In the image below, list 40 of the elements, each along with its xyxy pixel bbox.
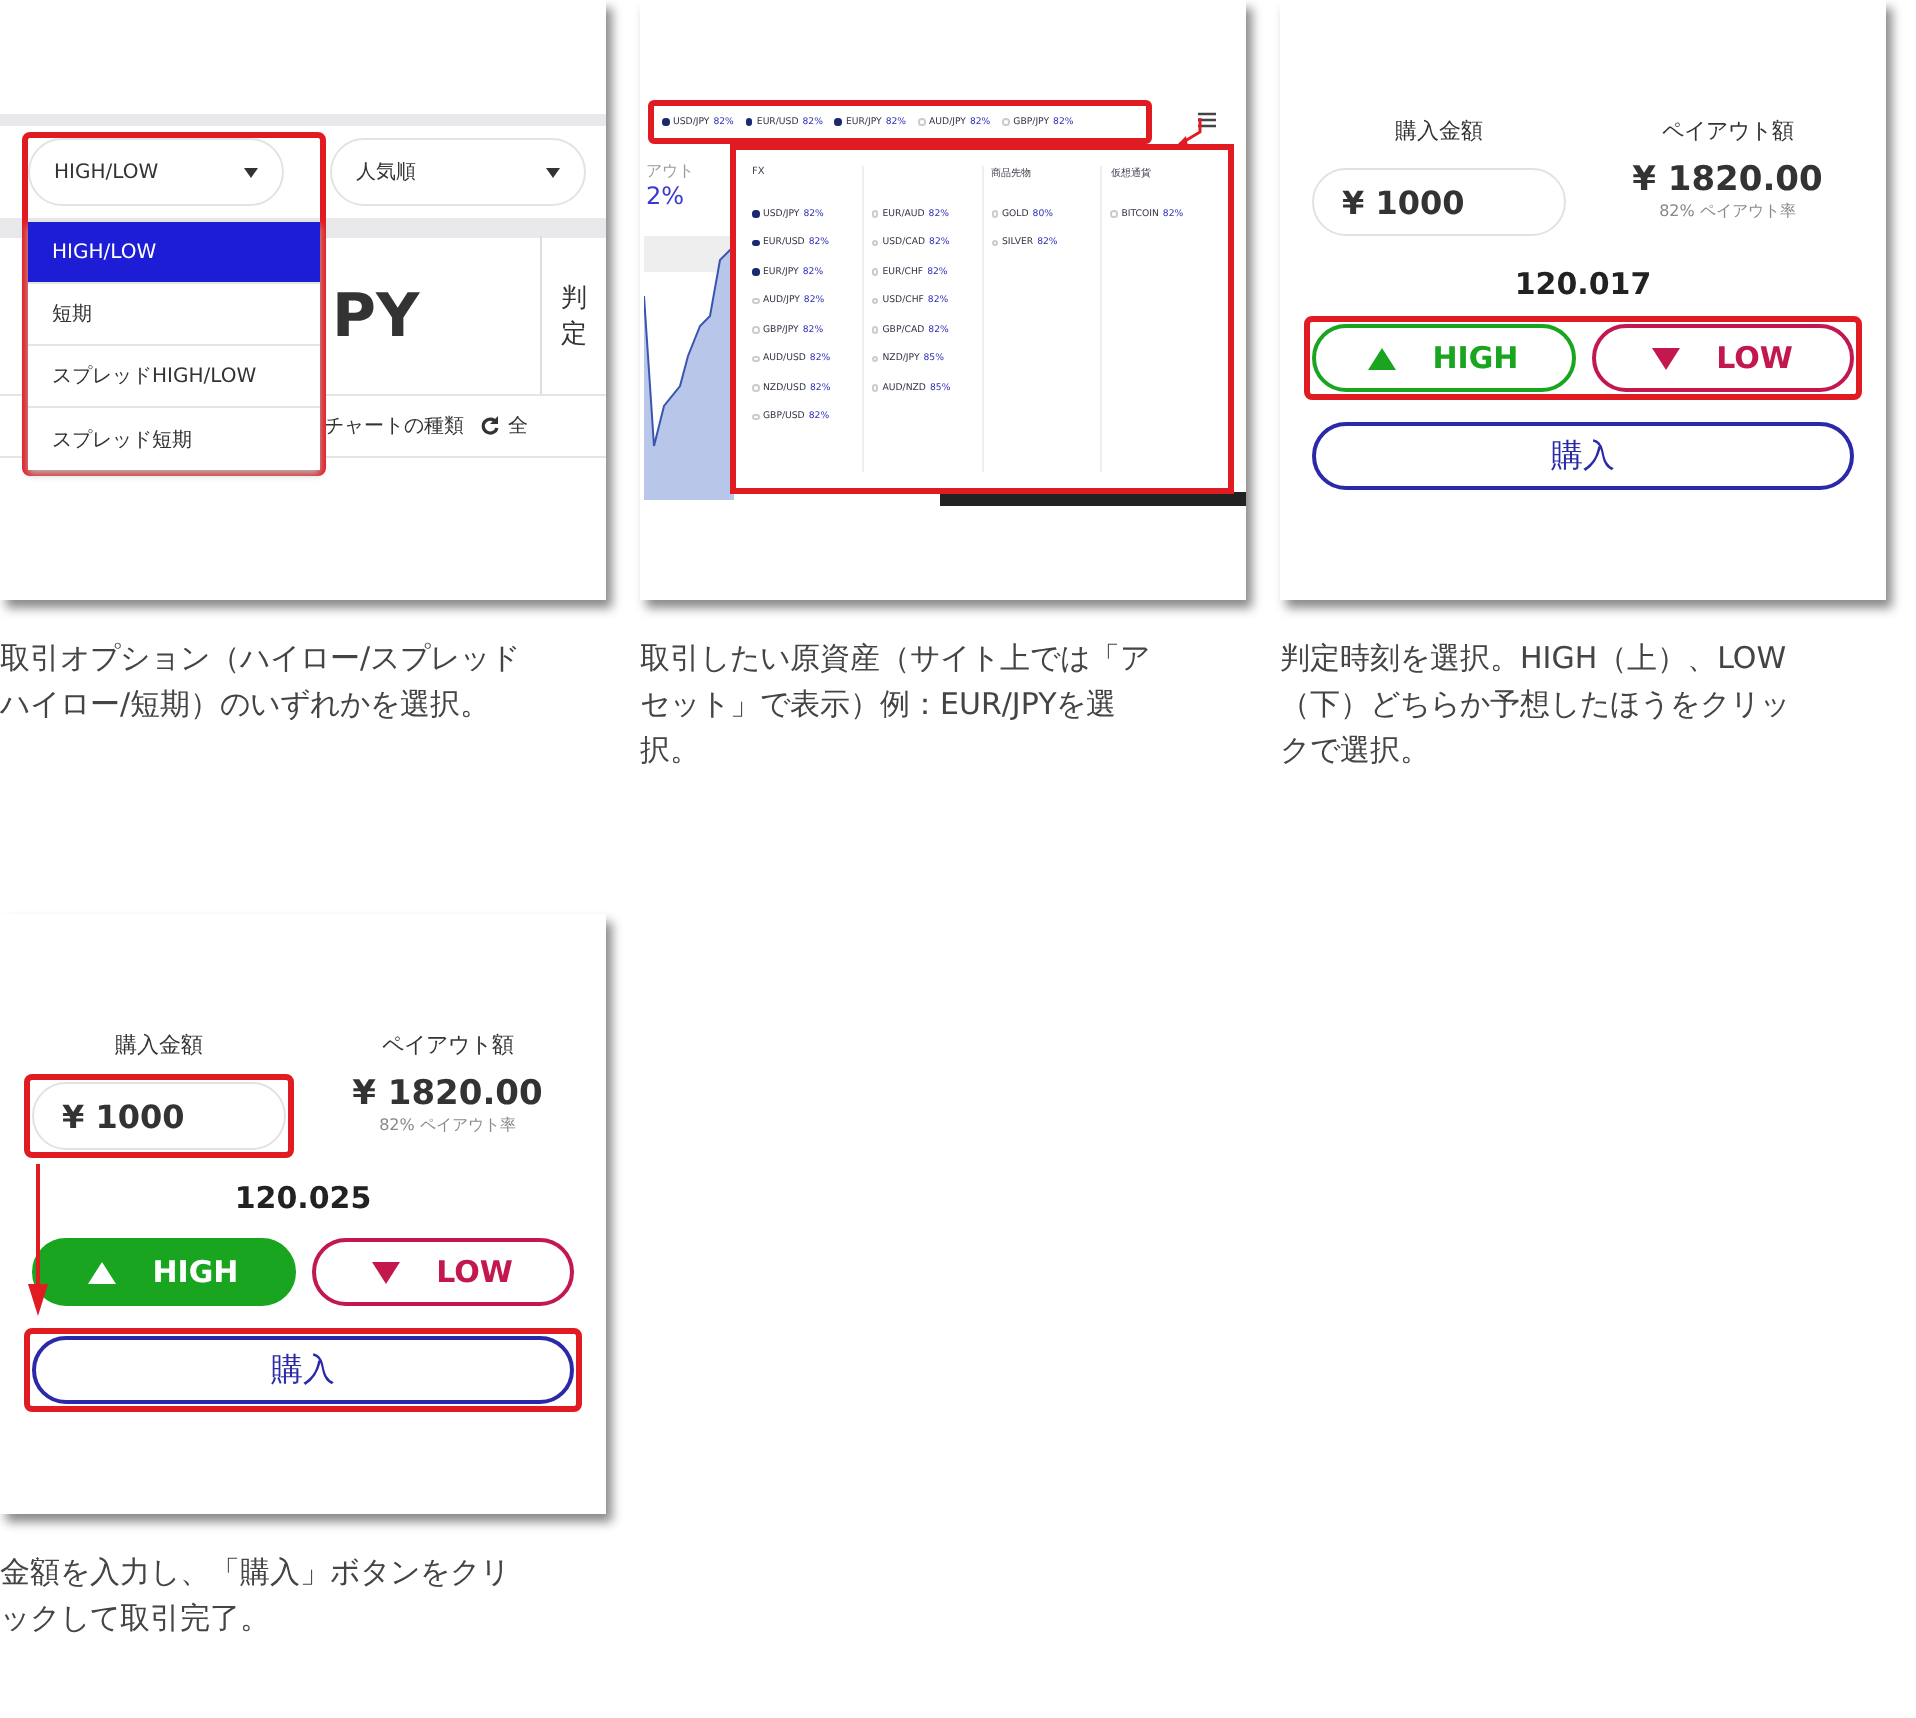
payout-value: ¥ 1820.00 xyxy=(1632,160,1823,200)
toolbar-item[interactable]: 全 xyxy=(480,412,528,440)
payout-label: ペイアウト額 xyxy=(379,1030,516,1060)
amount-field[interactable]: ¥ 1000 xyxy=(1312,168,1565,236)
price-value: 120.017 xyxy=(1512,264,1654,302)
menu-item[interactable]: 短期 xyxy=(28,284,320,346)
step-caption: 判定時刻を選択。HIGH（上）、LOW（下）どちらか予想したほうをクリックで選択。 xyxy=(1280,638,1792,772)
menu-item[interactable]: スプレッド短期 xyxy=(28,408,320,470)
pair-title: PY xyxy=(332,281,422,351)
step-caption: 金額を入力し、「購入」ボタンをクリックして取引完了。 xyxy=(0,1552,512,1640)
caret-icon xyxy=(546,167,560,177)
label-fragment: アウト xyxy=(646,160,694,182)
step-caption: 取引オプション（ハイロー/スプレッドハイロー/短期）のいずれかを選択。 xyxy=(0,638,523,726)
select-field[interactable]: HIGH/LOW xyxy=(28,138,284,206)
menu-item[interactable]: HIGH/LOW xyxy=(28,222,320,284)
payout-rate: 82% ペイアウト率 xyxy=(379,1114,516,1136)
payout-label: ペイアウト額 xyxy=(1659,116,1796,146)
amount-field[interactable]: ¥ 1000 xyxy=(32,1082,285,1150)
triangle-down-icon xyxy=(372,1261,401,1283)
buy-button[interactable]: 購入 xyxy=(32,1336,574,1404)
select-field[interactable]: 人気順 xyxy=(330,138,586,206)
step-caption: 取引したい原資産（サイト上では「アセット」で表示）例：EUR/JPYを選択。 xyxy=(640,638,1152,772)
price-value: 120.025 xyxy=(232,1178,374,1216)
triangle-up-icon xyxy=(88,1261,117,1283)
buy-button[interactable]: 購入 xyxy=(1312,422,1854,490)
caret-icon xyxy=(244,167,258,177)
triangle-down-icon xyxy=(1652,347,1681,369)
menu-icon[interactable] xyxy=(1198,112,1216,128)
payout-rate: 82% ペイアウト率 xyxy=(1659,200,1796,222)
judge-label: 判定 xyxy=(539,236,606,396)
value-fragment: 2% xyxy=(646,182,687,210)
payout-value: ¥ 1820.00 xyxy=(352,1074,543,1114)
low-button[interactable]: LOW xyxy=(1591,324,1854,392)
refresh-icon xyxy=(480,416,500,436)
menu-item[interactable]: スプレッドHIGH/LOW xyxy=(28,346,320,408)
low-button[interactable]: LOW xyxy=(311,1238,574,1306)
triangle-up-icon xyxy=(1368,347,1397,369)
toolbar-item[interactable]: チャートの種類 xyxy=(324,412,464,440)
amount-label: 購入金額 xyxy=(1392,116,1485,146)
amount-label: 購入金額 xyxy=(112,1030,205,1060)
